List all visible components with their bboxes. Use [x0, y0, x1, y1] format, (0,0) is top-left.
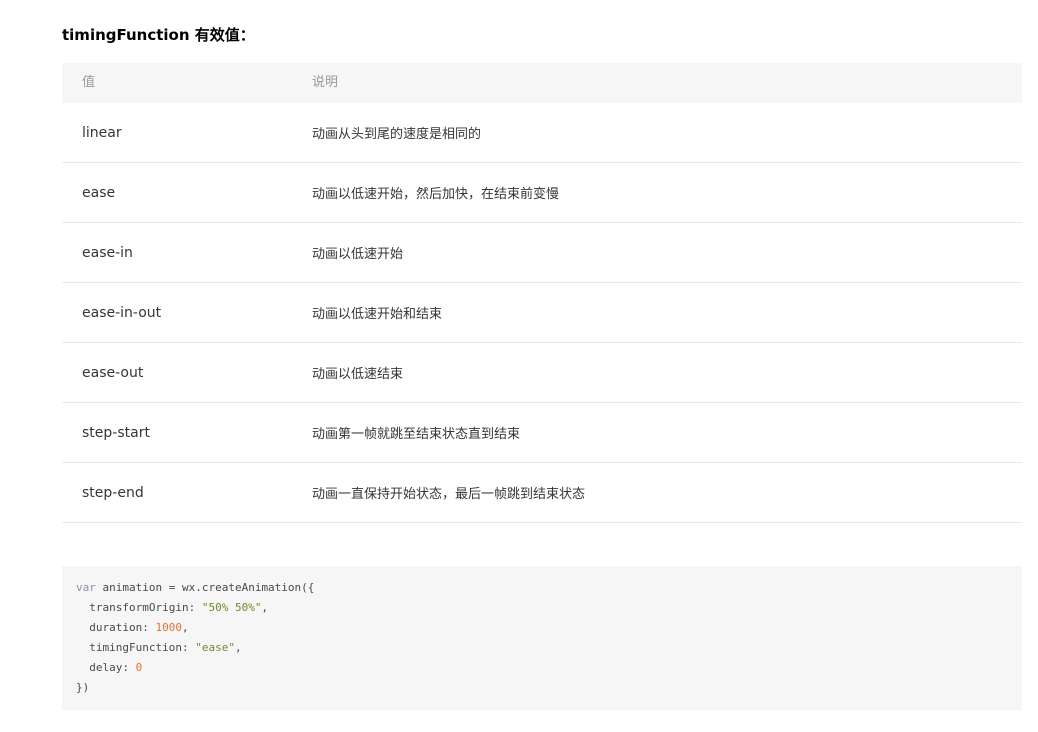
table-row: ease-out 动画以低速结束 [62, 343, 1022, 403]
code-line: var animation = wx.createAnimation({ [76, 578, 1008, 598]
table-header: 值 说明 [62, 63, 1022, 103]
table-row: step-start 动画第一帧就跳至结束状态直到结束 [62, 403, 1022, 463]
table-row: ease-in 动画以低速开始 [62, 223, 1022, 283]
code-key: duration: [76, 621, 156, 634]
section-heading: timingFunction 有效值： [62, 26, 255, 44]
code-line: transformOrigin: "50% 50%", [76, 598, 1008, 618]
row-value: ease-out [82, 364, 144, 381]
row-description: 动画第一帧就跳至结束状态直到结束 [312, 427, 521, 442]
code-text: animation = wx.createAnimation({ [95, 581, 315, 594]
row-value: step-start [82, 424, 150, 441]
code-number: 1000 [155, 621, 182, 634]
timing-function-table: 值 说明 linear 动画从头到尾的速度是相同的 ease 动画以低速开始，然… [62, 63, 1022, 523]
row-description: 动画以低速结束 [312, 367, 404, 382]
code-punct: , [234, 641, 242, 654]
row-description: 动画一直保持开始状态，最后一帧跳到结束状态 [312, 487, 586, 502]
code-key: delay: [76, 661, 136, 674]
code-line: delay: 0 [76, 658, 1008, 678]
row-description: 动画从头到尾的速度是相同的 [312, 127, 482, 142]
row-description: 动画以低速开始，然后加快，在结束前变慢 [312, 187, 560, 202]
code-block: var animation = wx.createAnimation({ tra… [62, 566, 1022, 710]
code-text: }) [76, 681, 90, 694]
code-line: duration: 1000, [76, 618, 1008, 638]
code-key: timingFunction: [76, 641, 196, 654]
table-row: linear 动画从头到尾的速度是相同的 [62, 103, 1022, 163]
table-row: ease 动画以低速开始，然后加快，在结束前变慢 [62, 163, 1022, 223]
row-description: 动画以低速开始和结束 [312, 307, 443, 322]
code-string: "ease" [195, 641, 235, 654]
row-value: ease-in-out [82, 304, 162, 321]
row-value: ease-in [82, 244, 133, 261]
row-description: 动画以低速开始 [312, 247, 404, 262]
code-string: "50% 50%" [201, 601, 262, 614]
code-line: timingFunction: "ease", [76, 638, 1008, 658]
header-value: 值 [82, 75, 96, 90]
table-row: ease-in-out 动画以低速开始和结束 [62, 283, 1022, 343]
code-line: }) [76, 678, 1008, 698]
code-punct: , [181, 621, 189, 634]
row-value: ease [82, 184, 116, 201]
header-description: 说明 [312, 75, 339, 90]
row-value: linear [82, 124, 122, 141]
code-punct: , [261, 601, 269, 614]
row-value: step-end [82, 484, 144, 501]
code-key: transformOrigin: [76, 601, 202, 614]
code-keyword: var [76, 581, 96, 594]
code-number: 0 [135, 661, 143, 674]
table-row: step-end 动画一直保持开始状态，最后一帧跳到结束状态 [62, 463, 1022, 523]
